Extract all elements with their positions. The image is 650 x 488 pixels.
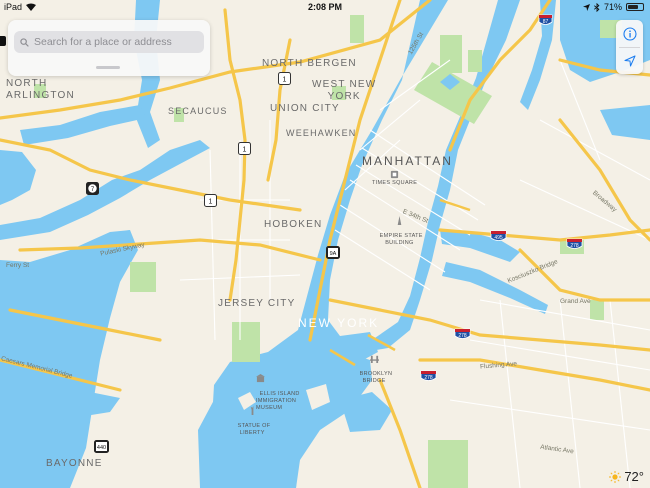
svg-text:9A: 9A bbox=[330, 251, 337, 257]
label-secaucus: SECAUCUS bbox=[168, 106, 228, 116]
shield-route-1b: 1 bbox=[238, 142, 251, 155]
shield-route-9a: 9A bbox=[326, 246, 340, 259]
shield-interstate-87: 87 bbox=[538, 14, 553, 25]
location-services-icon bbox=[582, 3, 590, 11]
shield-interstate-278c: 278 bbox=[420, 370, 437, 381]
label-north-bergen: NORTH BERGEN bbox=[262, 58, 357, 69]
svg-text:495: 495 bbox=[494, 235, 503, 241]
sun-icon bbox=[609, 470, 622, 483]
svg-text:1: 1 bbox=[209, 199, 213, 206]
poi-statue-of-liberty-label: STATUE OF LIBERTY bbox=[237, 423, 271, 436]
poi-times-square[interactable]: TIMES SQUARE bbox=[372, 170, 417, 186]
location-button[interactable] bbox=[616, 47, 643, 74]
bridge-icon bbox=[369, 355, 379, 363]
label-manhattan: MANHATTAN bbox=[362, 154, 453, 168]
temperature: 72° bbox=[624, 469, 644, 484]
statue-icon bbox=[250, 406, 254, 415]
map-controls bbox=[616, 20, 643, 74]
search-input[interactable] bbox=[34, 36, 194, 48]
shield-interstate-278a: 278 bbox=[566, 238, 583, 249]
status-bar: iPad 2:08 PM 71% bbox=[0, 0, 650, 14]
label-new-york: NEW YORK bbox=[298, 316, 380, 330]
street-grand-ave: Grand Ave bbox=[560, 298, 591, 305]
poi-statue-of-liberty[interactable]: STATUE OF LIBERTY bbox=[234, 392, 270, 437]
shield-route-440: 440 bbox=[94, 440, 109, 453]
battery-percent: 71% bbox=[603, 2, 622, 12]
svg-text:440: 440 bbox=[97, 445, 106, 451]
park-upper-3 bbox=[350, 15, 364, 43]
label-north-arlington: NORTH ARLINGTON bbox=[6, 78, 75, 101]
corner-logo bbox=[0, 36, 6, 46]
svg-text:1: 1 bbox=[243, 147, 247, 154]
search-card[interactable] bbox=[8, 20, 210, 76]
svg-text:278: 278 bbox=[570, 243, 579, 249]
park-jc bbox=[130, 262, 156, 292]
poi-empire-state-label: EMPIRE STATE BUILDING bbox=[379, 233, 423, 246]
theater-icon bbox=[390, 170, 399, 179]
search-icon bbox=[20, 37, 29, 47]
info-icon bbox=[622, 26, 637, 41]
search-field[interactable] bbox=[14, 31, 204, 53]
park-queens-2 bbox=[590, 300, 604, 320]
poi-empire-state[interactable]: EMPIRE STATE BUILDING bbox=[376, 202, 423, 247]
park-brooklyn bbox=[428, 440, 468, 488]
park-upper-2 bbox=[468, 50, 482, 72]
park-liberty bbox=[232, 322, 260, 362]
shield-route-7: 7 bbox=[86, 182, 99, 195]
battery-icon bbox=[626, 3, 644, 11]
shield-route-1a: 1 bbox=[278, 72, 291, 85]
svg-text:278: 278 bbox=[424, 375, 433, 381]
weather-widget[interactable]: 72° bbox=[609, 469, 644, 484]
svg-text:87: 87 bbox=[543, 19, 549, 25]
label-hoboken: HOBOKEN bbox=[264, 219, 323, 230]
poi-times-square-label: TIMES SQUARE bbox=[372, 180, 418, 186]
label-jersey-city: JERSEY CITY bbox=[218, 298, 296, 309]
location-arrow-icon bbox=[624, 55, 635, 66]
status-time: 2:08 PM bbox=[307, 2, 342, 12]
card-grabber[interactable] bbox=[96, 66, 120, 69]
svg-text:278: 278 bbox=[458, 333, 467, 339]
label-bayonne: BAYONNE bbox=[46, 458, 103, 469]
museum-icon bbox=[256, 374, 265, 383]
park-upper-1 bbox=[440, 35, 462, 73]
bluetooth-icon bbox=[594, 2, 600, 12]
label-west-new-york: WEST NEW YORK bbox=[312, 79, 377, 102]
info-button[interactable] bbox=[616, 20, 643, 47]
svg-text:1: 1 bbox=[283, 77, 287, 84]
poi-brooklyn-bridge[interactable]: BROOKLYN BRIDGE bbox=[356, 340, 392, 385]
street-ferry-st: Ferry St bbox=[6, 262, 30, 269]
label-weehawken: WEEHAWKEN bbox=[286, 128, 357, 138]
shield-route-1c: 1 bbox=[204, 194, 217, 207]
label-union-city: UNION CITY bbox=[270, 103, 340, 114]
shield-interstate-278b: 278 bbox=[454, 328, 471, 339]
skyscraper-icon bbox=[397, 216, 402, 225]
shield-interstate-495: 495 bbox=[490, 230, 507, 241]
poi-brooklyn-bridge-label: BROOKLYN BRIDGE bbox=[359, 371, 393, 384]
